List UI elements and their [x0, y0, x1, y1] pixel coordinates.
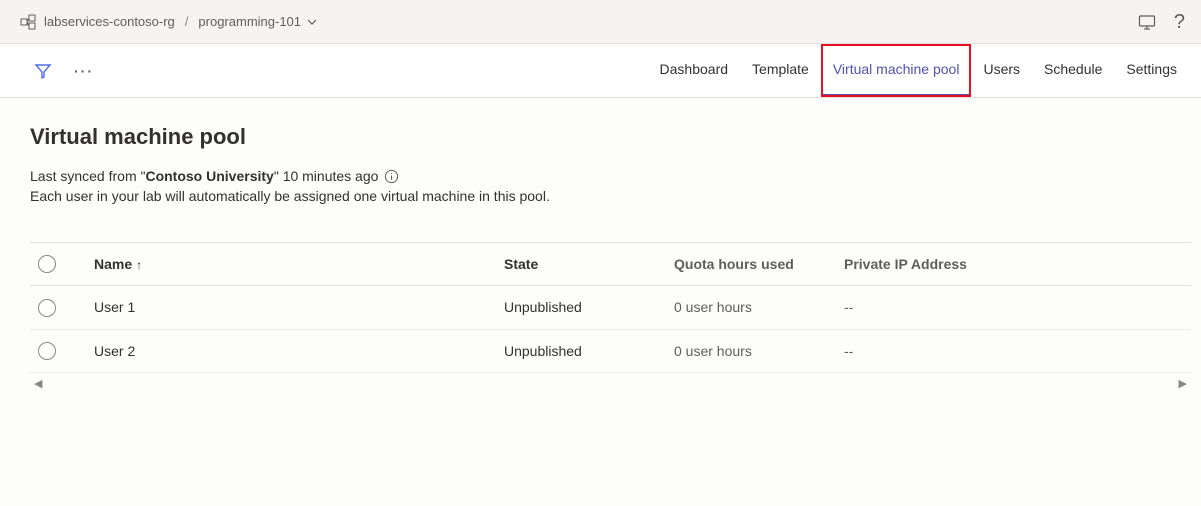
- table-row[interactable]: User 2 Unpublished 0 user hours --: [30, 329, 1191, 372]
- description-text: Each user in your lab will automatically…: [30, 188, 1191, 204]
- info-icon[interactable]: [384, 169, 399, 184]
- cell-quota: 0 user hours: [666, 329, 836, 372]
- tab-schedule[interactable]: Schedule: [1032, 44, 1114, 97]
- cell-state: Unpublished: [496, 329, 666, 372]
- vm-table: Name ↑ State Quota hours used Private IP …: [30, 242, 1191, 373]
- col-header-ip[interactable]: Private IP Address: [836, 243, 1191, 286]
- resource-group-icon: [20, 14, 36, 30]
- filter-icon[interactable]: [34, 62, 52, 80]
- tab-row: ··· Dashboard Template Virtual machine p…: [0, 44, 1201, 98]
- chevron-down-icon[interactable]: [307, 17, 317, 27]
- nav-tabs: Dashboard Template Virtual machine pool …: [648, 44, 1189, 97]
- col-header-quota[interactable]: Quota hours used: [666, 243, 836, 286]
- col-header-state[interactable]: State: [496, 243, 666, 286]
- breadcrumb-lab[interactable]: programming-101: [198, 14, 301, 29]
- row-select-radio[interactable]: [38, 299, 56, 317]
- scroll-left-icon[interactable]: ◀: [34, 377, 42, 390]
- table-header-row: Name ↑ State Quota hours used Private IP …: [30, 243, 1191, 286]
- tab-users[interactable]: Users: [971, 44, 1032, 97]
- cell-name: User 1: [86, 286, 496, 329]
- sort-asc-icon: ↑: [136, 258, 142, 272]
- main-content: Virtual machine pool Last synced from "C…: [0, 98, 1201, 390]
- col-header-name[interactable]: Name ↑: [86, 243, 496, 286]
- sync-suffix: " 10 minutes ago: [274, 168, 379, 184]
- select-all-radio[interactable]: [38, 255, 56, 273]
- horizontal-scroll-hint: ◀ ▶: [30, 373, 1191, 390]
- cell-ip: --: [836, 329, 1191, 372]
- page-title: Virtual machine pool: [30, 124, 1191, 150]
- scroll-right-icon[interactable]: ▶: [1179, 377, 1187, 390]
- cell-name: User 2: [86, 329, 496, 372]
- col-header-name-label: Name: [94, 256, 132, 272]
- cell-ip: --: [836, 286, 1191, 329]
- table-row[interactable]: User 1 Unpublished 0 user hours --: [30, 286, 1191, 329]
- breadcrumb-rg[interactable]: labservices-contoso-rg: [44, 14, 175, 29]
- sync-source: Contoso University: [145, 168, 273, 184]
- cell-state: Unpublished: [496, 286, 666, 329]
- tab-dashboard[interactable]: Dashboard: [648, 44, 741, 97]
- breadcrumb-bar: labservices-contoso-rg / programming-101…: [0, 0, 1201, 44]
- tab-settings[interactable]: Settings: [1114, 44, 1189, 97]
- breadcrumb-separator: /: [185, 14, 189, 29]
- tab-template[interactable]: Template: [740, 44, 821, 97]
- help-icon[interactable]: ?: [1174, 12, 1185, 32]
- cell-quota: 0 user hours: [666, 286, 836, 329]
- sync-prefix: Last synced from ": [30, 168, 145, 184]
- tab-virtual-machine-pool[interactable]: Virtual machine pool: [821, 44, 972, 97]
- last-synced-text: Last synced from "Contoso University" 10…: [30, 168, 1191, 184]
- more-icon[interactable]: ···: [74, 63, 94, 79]
- row-select-radio[interactable]: [38, 342, 56, 360]
- monitor-icon[interactable]: [1138, 13, 1156, 31]
